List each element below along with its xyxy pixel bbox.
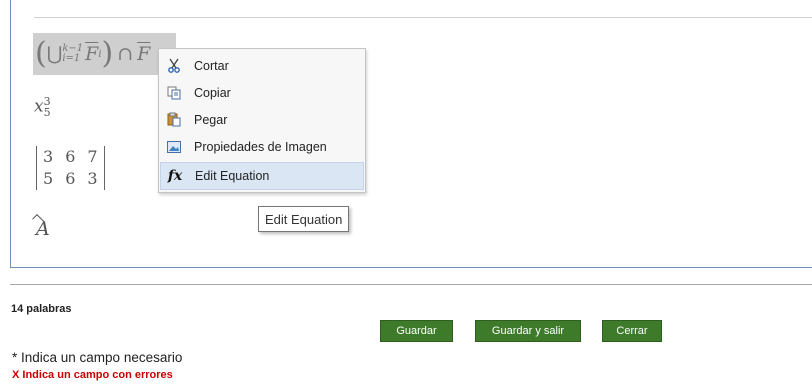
menu-item-label: Cortar [194,58,229,73]
x-subscript: 5 [43,106,51,119]
required-field-note: * Indica un campo necesario [12,350,183,365]
paste-icon [166,112,182,128]
right-paren: ) [101,36,114,71]
menu-item-label: Edit Equation [195,169,270,183]
menu-item-label: Pegar [194,112,228,127]
menu-item-label: Propiedades de Imagen [194,139,327,154]
context-menu: Cortar Copiar Pegar Propiedades de Image… [158,48,366,193]
tooltip: Edit Equation [258,206,350,232]
matrix-cell: 6 [65,169,76,188]
error-field-note: X Indica un campo con errores [12,369,173,381]
equation-a-hat[interactable]: A [36,218,50,240]
equation-x-power[interactable]: x35 [34,96,51,118]
scissors-icon [166,58,182,74]
x-variable: x [34,96,44,117]
union-symbol: ⋃ [46,43,63,65]
union-lower-bound: i=1 [62,53,81,64]
menu-item-copy[interactable]: Copiar [160,79,364,106]
copy-icon [166,85,182,101]
matrix-cell: 7 [87,147,98,166]
equation-determinant[interactable]: 3 6 7 5 6 3 [36,146,105,190]
menu-item-paste[interactable]: Pegar [160,106,364,133]
save-button[interactable]: Guardar [380,320,453,342]
matrix-row-1: 3 6 7 [43,146,98,168]
close-button[interactable]: Cerrar [602,320,662,342]
save-and-exit-button[interactable]: Guardar y salir [475,320,581,342]
footer-divider [10,284,812,285]
image-icon [166,139,182,155]
matrix-cell: 3 [87,169,98,188]
matrix-cell: 6 [65,147,76,166]
intersection-symbol: ∩ [117,43,134,65]
matrix-row-2: 5 6 3 [43,168,98,190]
matrix-cell: 5 [43,169,54,188]
editor-divider [34,17,812,18]
menu-item-image-properties[interactable]: Propiedades de Imagen [160,133,364,160]
menu-item-cut[interactable]: Cortar [160,52,364,79]
equation-union-selected[interactable]: ( ⋃ k−1 i=1 Fi ) ∩ F [33,33,176,75]
left-paren: ( [35,36,47,71]
a-hat-variable: A [36,218,50,240]
menu-item-label: Copiar [194,85,231,100]
fx-icon: fx [167,168,183,184]
f-bar: F [85,43,99,65]
matrix-cell: 3 [43,147,54,166]
f-bar-2: F [137,43,151,65]
word-count: 14 palabras [11,303,72,315]
menu-item-edit-equation[interactable]: fx Edit Equation [160,162,364,190]
